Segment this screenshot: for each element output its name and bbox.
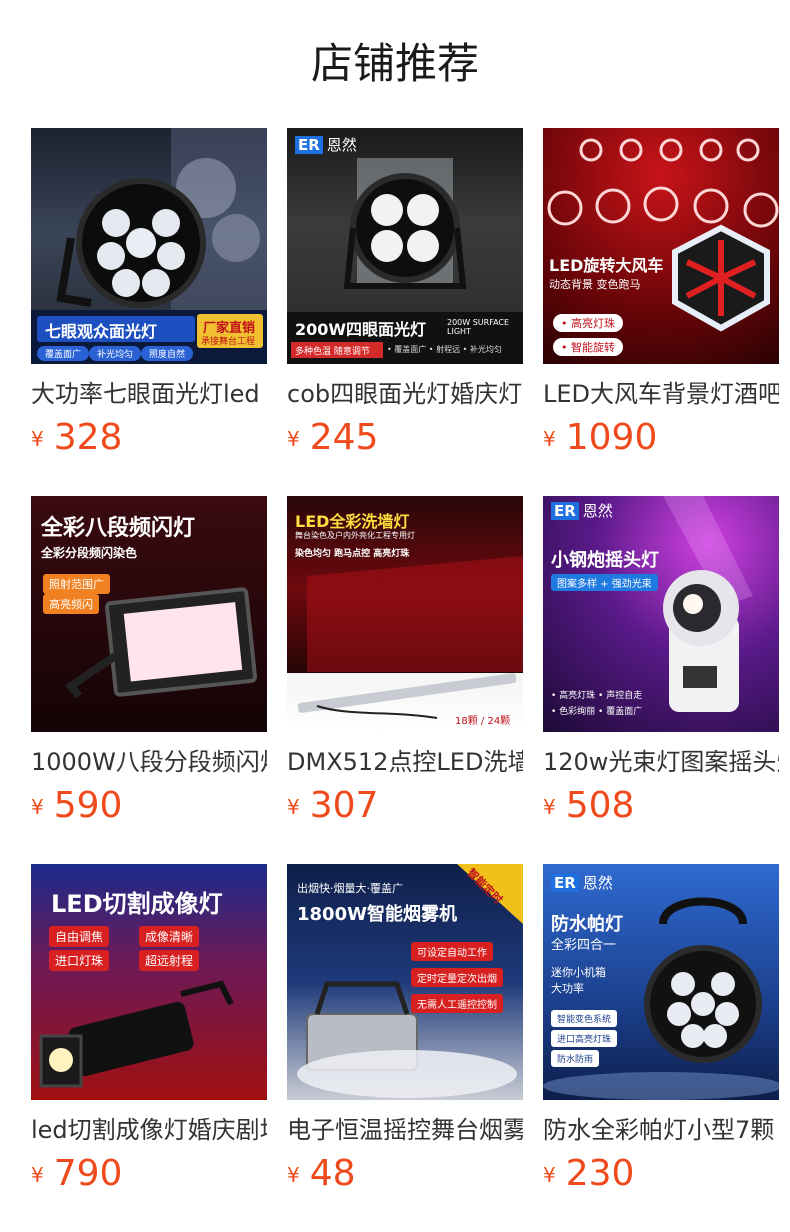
page-title: 店铺推荐 — [310, 39, 479, 88]
price-value: 245 — [309, 417, 379, 458]
product-image[interactable]: ER 恩然 防水帕灯 全彩四合一 迷你小机箱 大功率 智能变色系统 进口高亮灯珠 … — [543, 864, 779, 1100]
feature-tag: 自由调焦 — [49, 926, 110, 947]
product-price: ¥328 — [31, 416, 122, 460]
headline-text: LED全彩洗墙灯 — [295, 512, 410, 531]
product-price: ¥245 — [287, 416, 378, 460]
product-name[interactable]: 1000W八段分段频闪灯 — [31, 742, 267, 782]
product-name[interactable]: 120w光束灯图案摇头灯 — [543, 742, 779, 782]
product-price: ¥307 — [287, 784, 378, 828]
count-text: 18颗 / 24颗 — [455, 716, 511, 727]
product-image[interactable]: LED全彩洗墙灯 舞台染色及户内外亮化工程专用灯 染色均匀 跑马点控 高亮灯珠 … — [287, 496, 523, 732]
currency-symbol: ¥ — [543, 795, 556, 819]
feature-tag: 进口高亮灯珠 — [551, 1030, 618, 1047]
feature-tag: 高亮频闪 — [43, 594, 99, 614]
feature-tag: 超远射程 — [139, 950, 200, 971]
product-name[interactable]: 防水全彩帕灯小型7颗 — [543, 1110, 779, 1150]
top-text: 出烟快·烟量大·覆盖广 — [297, 882, 403, 895]
tag: 覆盖面广 — [37, 346, 90, 361]
product-price: ¥790 — [31, 1152, 122, 1196]
banner-text: 七眼观众面光灯 — [45, 322, 158, 341]
tag: 补光均匀 — [89, 346, 142, 361]
product-price: ¥590 — [31, 784, 122, 828]
product-name[interactable]: DMX512点控LED洗墙灯 — [287, 742, 523, 782]
sub-text: 动态背景 变色跑马 — [549, 278, 641, 291]
product-image[interactable]: LED旋转大风车 动态背景 变色跑马 • 高亮灯珠 • 智能旋转 — [543, 128, 779, 364]
feature-tag: 智能变色系统 — [551, 1010, 618, 1027]
price-value: 307 — [309, 785, 379, 826]
currency-symbol: ¥ — [31, 427, 44, 451]
badge-subtext: 承接舞台工程 — [201, 337, 256, 347]
brand-logo: ER 恩然 — [551, 872, 613, 893]
feature-tag: 无需人工遥控控制 — [411, 994, 503, 1013]
product-image[interactable]: 出烟快·烟量大·覆盖广 1800W智能烟雾机 智能定时 可设定自动工作 定时定量… — [287, 864, 523, 1100]
headline-text: 小钢炮摇头灯 — [551, 550, 659, 571]
brand-logo: ER 恩然 — [551, 500, 613, 521]
product-price: ¥48 — [287, 1152, 356, 1196]
feature-tag: 定时定量定次出烟 — [411, 968, 503, 987]
features-text: • 高亮灯珠 • 声控自走 — [551, 691, 643, 701]
price-value: 328 — [53, 417, 123, 458]
product-image[interactable]: ER 恩然 小钢炮摇头灯 图案多样 + 强劲光束 • 高亮灯珠 • 声控自走 • … — [543, 496, 779, 732]
tag-text: 多种色温 随意调节 — [295, 347, 370, 357]
sub-text: 图案多样 + 强劲光束 — [551, 574, 658, 591]
currency-symbol: ¥ — [31, 795, 44, 819]
product-name[interactable]: cob四眼面光灯婚庆灯 — [287, 374, 523, 414]
price-value: 590 — [53, 785, 123, 826]
headline-text: 1800W智能烟雾机 — [297, 904, 457, 925]
currency-symbol: ¥ — [287, 795, 300, 819]
price-value: 508 — [565, 785, 635, 826]
feature-tag: 防水防雨 — [551, 1050, 600, 1067]
product-image[interactable]: LED切割成像灯 自由调焦 成像清晰 进口灯珠 超远射程 — [31, 864, 267, 1100]
headline-text: LED切割成像灯 — [51, 890, 223, 918]
currency-symbol: ¥ — [543, 427, 556, 451]
headline-text: 全彩八段频闪灯 — [41, 516, 196, 541]
currency-symbol: ¥ — [31, 1163, 44, 1187]
feature-tag: 可设定自动工作 — [411, 942, 493, 961]
sub-text: 全彩分段频闪染色 — [41, 546, 138, 560]
currency-symbol: ¥ — [287, 427, 300, 451]
sub-text: 舞台染色及户内外亮化工程专用灯 — [295, 531, 415, 540]
feature-tag: 成像清晰 — [139, 926, 200, 947]
feature-tag: 照射范围广 — [43, 574, 110, 594]
features-text: • 色彩绚丽 • 覆盖面广 — [551, 707, 643, 717]
product-image[interactable]: 七眼观众面光灯 厂家直销 承接舞台工程 覆盖面广 补光均匀 照度自然 — [31, 128, 267, 364]
desc-text: 大功率 — [551, 982, 584, 995]
product-image[interactable]: ER 恩然 200W四眼面光灯 200W SURFACE LIGHT 多种色温 随… — [287, 128, 523, 364]
banner-en-text: 200W SURFACE LIGHT — [447, 318, 510, 336]
product-name[interactable]: 电子恒温摇控舞台烟雾机 — [287, 1110, 523, 1150]
headline-text: 防水帕灯 — [551, 914, 623, 935]
product-price: ¥1090 — [543, 416, 657, 460]
product-price: ¥230 — [543, 1152, 634, 1196]
product-price: ¥508 — [543, 784, 634, 828]
feature-tag: 进口灯珠 — [49, 950, 110, 971]
currency-symbol: ¥ — [543, 1163, 556, 1187]
price-value: 790 — [53, 1153, 123, 1194]
features-text: • 覆盖面广 • 射程远 • 补光均匀 — [387, 345, 502, 354]
banner-text: 200W四眼面光灯 — [295, 320, 427, 339]
tag: 照度自然 — [141, 346, 194, 361]
price-value: 1090 — [565, 417, 658, 458]
sub-text: 全彩四合一 — [551, 938, 617, 953]
price-value: 230 — [565, 1153, 635, 1194]
desc-text: 迷你小机箱 — [551, 966, 606, 979]
product-name[interactable]: 大功率七眼面光灯led — [31, 374, 267, 414]
sub-text-2: 染色均匀 跑马点控 高亮灯珠 — [295, 549, 410, 559]
product-image[interactable]: 全彩八段频闪灯 全彩分段频闪染色 照射范围广 高亮频闪 — [31, 496, 267, 732]
currency-symbol: ¥ — [287, 1163, 300, 1187]
price-value: 48 — [309, 1153, 356, 1194]
brand-logo: ER 恩然 — [295, 134, 357, 155]
headline-text: LED旋转大风车 — [549, 256, 664, 275]
feature-pill: • 智能旋转 — [553, 338, 623, 356]
product-name[interactable]: LED大风车背景灯酒吧 — [543, 374, 779, 414]
product-name[interactable]: led切割成像灯婚庆剧场 — [31, 1110, 267, 1150]
feature-pill: • 高亮灯珠 — [553, 314, 623, 332]
